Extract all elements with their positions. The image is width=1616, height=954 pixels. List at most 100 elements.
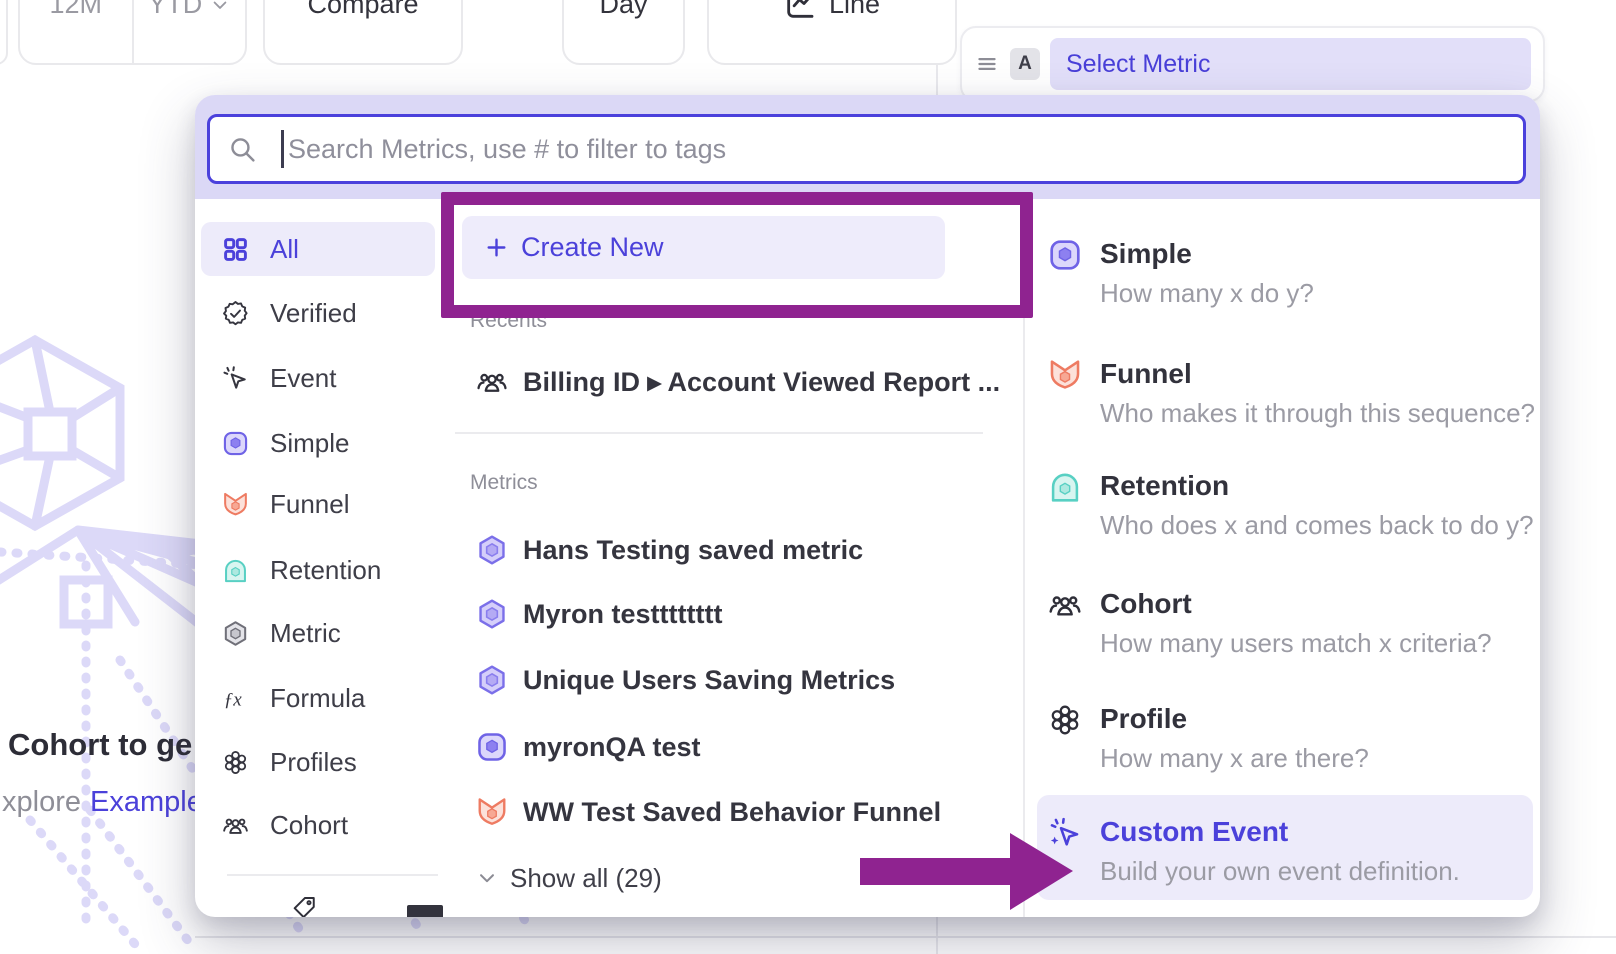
range-12m-label: 12M xyxy=(49,0,102,20)
metric-item-label: WW Test Saved Behavior Funnel xyxy=(523,797,941,828)
metric-item-unique-users[interactable]: Unique Users Saving Metrics xyxy=(476,658,895,702)
sidebar-item-funnel[interactable]: Funnel xyxy=(201,477,435,531)
saved-metric-icon xyxy=(476,534,508,566)
tag-icon[interactable] xyxy=(291,895,317,917)
search-field xyxy=(207,114,1526,184)
sidebar-item-metric[interactable]: Metric xyxy=(201,606,435,660)
subtext-fragment: xplore xyxy=(2,786,81,818)
sidebar-label: Verified xyxy=(270,298,357,329)
sidebar-label: Event xyxy=(270,363,337,394)
type-profile[interactable]: Profile xyxy=(1100,703,1187,735)
type-funnel[interactable]: Funnel xyxy=(1100,358,1192,390)
sidebar-item-simple[interactable]: Simple xyxy=(201,416,435,470)
cohort-icon xyxy=(476,366,508,398)
funnel-icon xyxy=(222,491,249,518)
cohort-icon xyxy=(1048,588,1082,622)
panel-divider-horizontal xyxy=(195,936,1616,938)
metric-item-label: Hans Testing saved metric xyxy=(523,535,863,566)
annotation-rectangle xyxy=(441,192,1033,318)
sidebar-label: Simple xyxy=(270,428,349,459)
simple-metric-icon xyxy=(222,430,249,457)
metric-item-label: Myron testttttttt xyxy=(523,599,722,630)
annotation-arrow xyxy=(860,825,1075,920)
metric-row: A Select Metric xyxy=(960,26,1545,102)
saved-metric-icon xyxy=(476,664,508,696)
sidebar-label: Funnel xyxy=(270,489,350,520)
formula-icon: ƒx xyxy=(222,685,249,712)
type-cohort[interactable]: Cohort xyxy=(1100,588,1192,620)
type-custom-event-desc: Build your own event definition. xyxy=(1100,856,1460,887)
sidebar-label: Metric xyxy=(270,618,341,649)
metric-item-label: Unique Users Saving Metrics xyxy=(523,665,895,696)
type-cohort-desc: How many users match x criteria? xyxy=(1100,628,1492,659)
sidebar-label: Formula xyxy=(270,683,365,714)
type-simple[interactable]: Simple xyxy=(1100,238,1192,270)
recent-item-label: Billing ID ▸ Account Viewed Report ... xyxy=(523,367,1000,398)
cohort-icon xyxy=(222,812,249,839)
simple-metric-icon xyxy=(476,731,508,763)
saved-metric-icon xyxy=(476,598,508,630)
metric-item-hans-testing[interactable]: Hans Testing saved metric xyxy=(476,528,863,572)
simple-metric-icon xyxy=(1048,238,1082,272)
metric-hexagon-icon xyxy=(222,620,249,647)
metric-item-myron-test[interactable]: Myron testttttttt xyxy=(476,592,722,636)
chart-type-line-button[interactable]: Line xyxy=(707,0,957,65)
profiles-icon xyxy=(222,749,249,776)
retention-icon xyxy=(222,557,249,584)
text-caret xyxy=(281,130,284,168)
show-all-button[interactable]: Show all (29) xyxy=(476,856,662,900)
retention-icon xyxy=(1048,470,1082,504)
sidebar-divider xyxy=(227,874,438,876)
grid-icon xyxy=(222,236,249,263)
compare-label: Compare xyxy=(307,0,418,20)
recents-divider xyxy=(455,432,983,434)
show-all-label: Show all (29) xyxy=(510,863,662,894)
chevron-down-icon xyxy=(476,867,498,889)
toolbar-edge-button[interactable] xyxy=(0,0,8,65)
type-funnel-desc: Who makes it through this sequence? xyxy=(1100,398,1535,429)
type-retention[interactable]: Retention xyxy=(1100,470,1229,502)
range-ytd-button[interactable]: YTD xyxy=(134,0,246,63)
type-retention-desc: Who does x and comes back to do y? xyxy=(1100,510,1534,541)
drag-handle-icon[interactable] xyxy=(974,51,1000,77)
sidebar-item-profiles[interactable]: Profiles xyxy=(201,735,435,789)
metric-item-myronqa-test[interactable]: myronQA test xyxy=(476,725,701,769)
compare-button[interactable]: Compare xyxy=(263,0,463,65)
line-chart-icon xyxy=(784,0,816,21)
type-profile-desc: How many x are there? xyxy=(1100,743,1369,774)
select-metric-label: Select Metric xyxy=(1066,50,1210,79)
range-12m-button[interactable]: 12M xyxy=(20,0,134,63)
sidebar-item-verified[interactable]: Verified xyxy=(201,286,435,340)
metric-item-label: myronQA test xyxy=(523,732,701,763)
sidebar-item-formula[interactable]: ƒx Formula xyxy=(201,671,435,725)
sidebar-item-all[interactable]: All xyxy=(201,222,435,276)
range-ytd-label: YTD xyxy=(148,0,202,20)
sidebar-label: Cohort xyxy=(270,810,348,841)
funnel-icon xyxy=(476,796,508,828)
svg-text:ƒx: ƒx xyxy=(224,689,243,710)
search-input[interactable] xyxy=(210,117,1523,181)
metrics-section-label: Metrics xyxy=(470,471,538,495)
type-simple-desc: How many x do y? xyxy=(1100,278,1314,309)
sidebar-item-event[interactable]: Event xyxy=(201,351,435,405)
funnel-icon xyxy=(1048,358,1082,392)
empty-state-heading-fragment: Cohort to ge xyxy=(8,727,192,763)
verified-badge-icon xyxy=(222,300,249,327)
select-metric-button[interactable]: Select Metric xyxy=(1050,38,1531,90)
line-label: Line xyxy=(829,0,880,20)
recent-item-billing-id[interactable]: Billing ID ▸ Account Viewed Report ... xyxy=(476,360,1000,404)
series-badge: A xyxy=(1010,48,1040,80)
granularity-day-button[interactable]: Day xyxy=(562,0,685,65)
sidebar-label: Retention xyxy=(270,555,381,586)
app-root: { "topbar": { "range_12m": "12M", "range… xyxy=(0,0,1616,954)
sidebar-item-cohort[interactable]: Cohort xyxy=(201,798,435,852)
date-range-group: 12M YTD xyxy=(18,0,247,65)
type-custom-event[interactable]: Custom Event xyxy=(1100,816,1288,848)
sidebar-item-retention[interactable]: Retention xyxy=(201,543,435,597)
profiles-icon xyxy=(1048,703,1082,737)
sidebar-label: Profiles xyxy=(270,747,357,778)
sidebar-label: All xyxy=(270,234,299,265)
chevron-down-icon xyxy=(210,0,230,15)
sidebar-item-tags-partial[interactable] xyxy=(407,905,443,917)
day-label: Day xyxy=(599,0,647,20)
